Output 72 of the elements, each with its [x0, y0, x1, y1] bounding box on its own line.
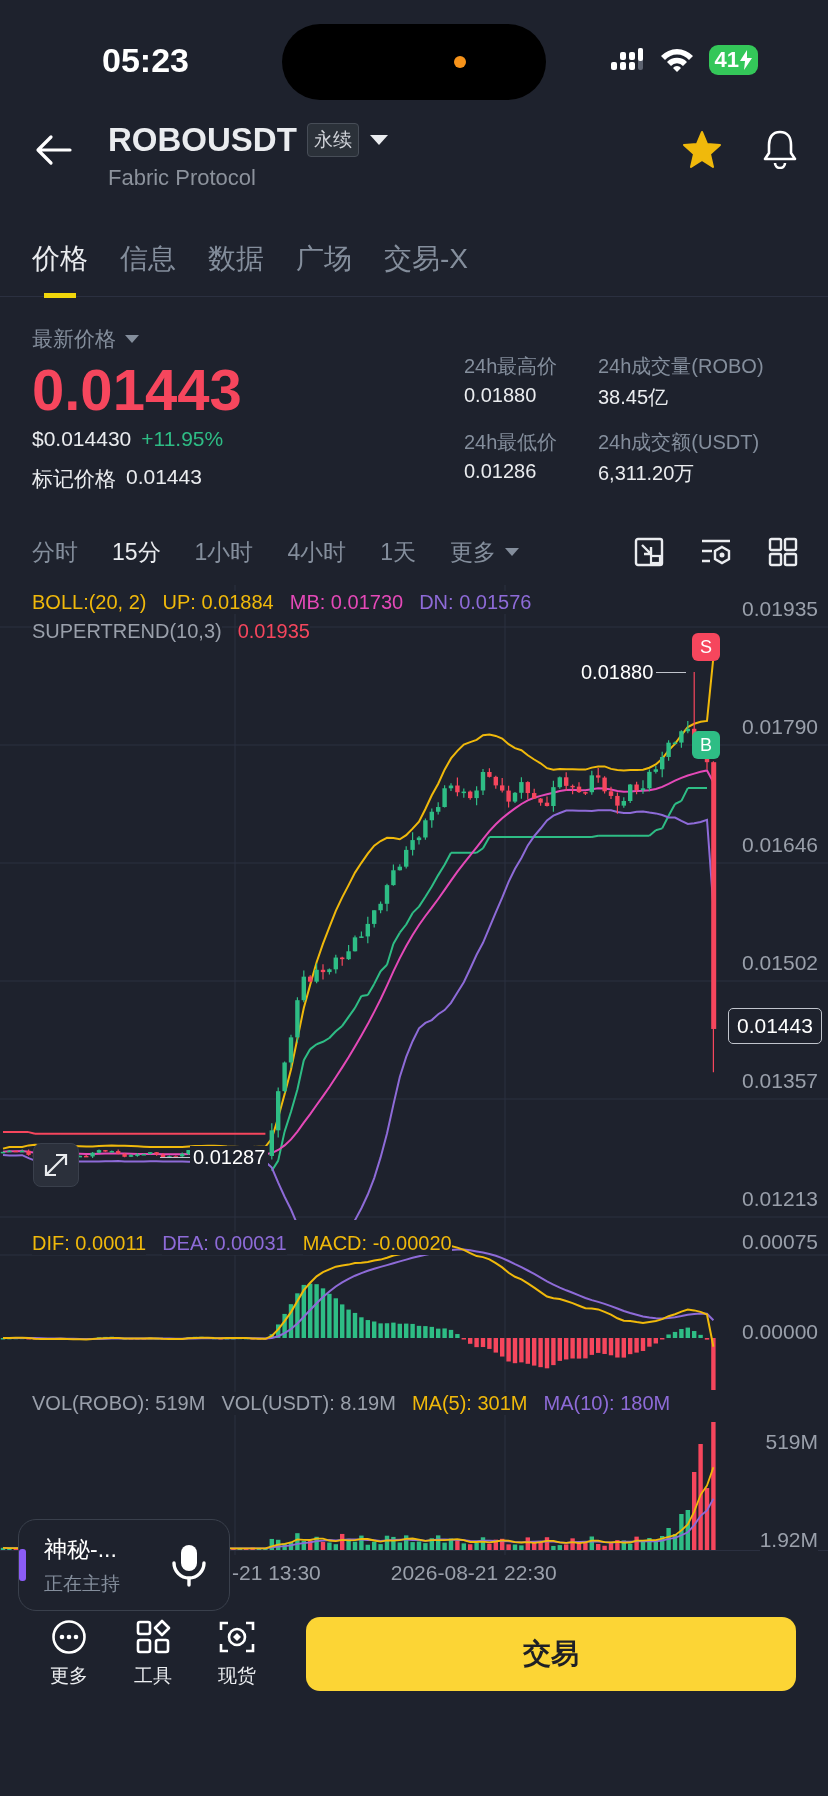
interval-option[interactable]: 4小时 — [287, 536, 347, 568]
price-change: +11.95% — [141, 427, 224, 451]
contract-tag: 永续 — [306, 123, 359, 157]
indicator-value: MA(10): 180M — [543, 1392, 671, 1415]
tab[interactable]: 数据 — [208, 212, 264, 296]
scan-icon — [219, 1619, 255, 1655]
signal-badge: B — [692, 731, 720, 759]
stat-value: 0.01286 — [464, 460, 538, 483]
caret-icon — [124, 334, 140, 344]
stat-label: 24h成交额(USDT) — [598, 430, 761, 455]
interval-option[interactable]: 1小时 — [194, 536, 254, 568]
toolbar-action[interactable]: 更多 — [40, 1619, 98, 1689]
stat-label: 24h成交量(ROBO) — [598, 354, 765, 379]
indicator-value: BOLL:(20, 2) — [32, 591, 147, 614]
resize-icon[interactable] — [634, 537, 664, 567]
toolbar-action[interactable]: 现货 — [208, 1619, 266, 1689]
tab[interactable]: 广场 — [296, 212, 352, 296]
trade-button[interactable]: 交易 — [306, 1617, 796, 1691]
live-host-pill[interactable]: 神秘-... 正在主持 — [18, 1519, 230, 1611]
charging-bolt-icon — [740, 50, 752, 70]
leader-line — [160, 1157, 190, 1158]
host-status: 正在主持 — [44, 1571, 121, 1596]
indicator-icon[interactable] — [700, 537, 732, 567]
time-axis-label: -21 13:30 — [232, 1560, 321, 1586]
tab[interactable]: 信息 — [120, 212, 176, 296]
indicator-value: DEA: 0.00031 — [162, 1232, 287, 1255]
mark-price: 0.01443 — [126, 465, 202, 490]
microphone-icon — [169, 1543, 209, 1587]
price-type-dropdown[interactable]: 最新价格 — [32, 325, 140, 353]
interval-option[interactable]: 1天 — [380, 536, 416, 568]
indicator-value: VOL(USDT): 8.19M — [221, 1392, 396, 1415]
expand-icon — [43, 1152, 69, 1178]
pair-symbol[interactable]: ROBOUSDT — [108, 121, 297, 159]
back-arrow-icon[interactable] — [34, 133, 74, 167]
star-icon[interactable] — [682, 130, 722, 168]
project-name: Fabric Protocol — [108, 165, 257, 191]
expand-button[interactable] — [33, 1143, 79, 1187]
clock-time: 05:23 — [102, 40, 189, 80]
grid-icon[interactable] — [768, 537, 798, 567]
live-indicator-bar — [19, 1549, 26, 1581]
mark-price-label: 标记价格 — [32, 466, 116, 492]
low-price-label: 0.01287 — [190, 1146, 269, 1169]
indicator-value: SUPERTREND(10,3) — [32, 620, 222, 643]
last-price: 0.01443 — [32, 356, 243, 424]
signal-badge: S — [692, 633, 720, 661]
bell-icon[interactable] — [762, 129, 798, 169]
toolbar-action[interactable]: 工具 — [124, 1619, 182, 1689]
host-name: 神秘-... — [44, 1534, 118, 1564]
battery-level: 41 — [714, 47, 739, 73]
stat-value: 38.45亿 — [598, 385, 670, 410]
caret-icon[interactable] — [368, 133, 389, 147]
stat-label: 24h最高价 — [464, 354, 559, 379]
indicator-value: MA(5): 301M — [411, 1392, 528, 1415]
interval-option[interactable]: 更多 — [450, 536, 520, 568]
interval-option[interactable]: 分时 — [32, 536, 78, 568]
indicator-value: UP: 0.01884 — [162, 591, 274, 614]
caret-icon — [504, 547, 520, 557]
leader-line — [656, 672, 687, 673]
time-axis-label: 2026-08-21 22:30 — [390, 1560, 557, 1586]
stat-label: 24h最低价 — [464, 430, 559, 455]
last-price-tag: 0.01443 — [728, 1008, 822, 1044]
stat-value: 0.01880 — [464, 384, 538, 407]
signal-icon — [610, 48, 645, 72]
tab[interactable]: 价格 — [32, 212, 88, 296]
interval-option[interactable]: 15分 — [112, 536, 161, 568]
indicator-value: VOL(ROBO): 519M — [32, 1392, 206, 1415]
usd-price: $0.014430 — [32, 427, 132, 451]
indicator-value: DN: 0.01576 — [419, 591, 532, 614]
more-icon — [51, 1619, 87, 1655]
shapes-icon — [135, 1619, 171, 1655]
stat-value: 6,311.20万 — [598, 461, 696, 486]
tab[interactable]: 交易-X — [384, 212, 468, 296]
